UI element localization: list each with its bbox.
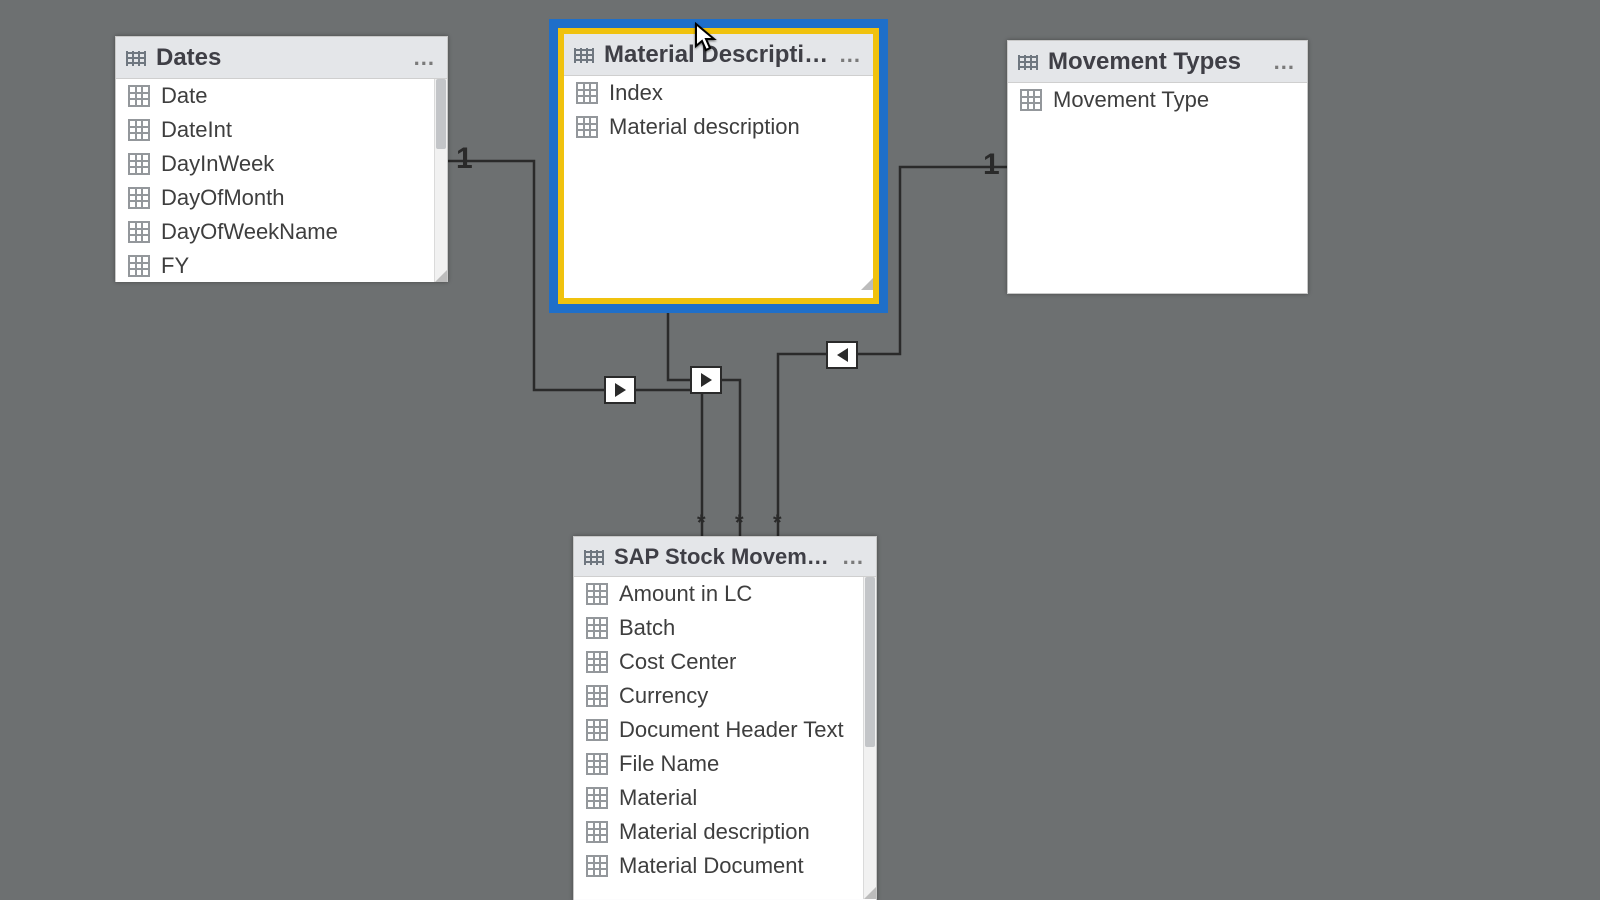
cardinality-many: * [697,510,706,536]
field-row[interactable]: Batch [574,611,876,645]
field-name: Material [619,785,697,811]
column-icon [586,617,608,639]
field-name: Material Document [619,853,804,879]
field-row[interactable]: DayOfWeekName [116,215,447,249]
field-name: Cost Center [619,649,736,675]
table-header[interactable]: Material Description ... [564,34,873,76]
field-name: Material description [619,819,810,845]
field-name: Amount in LC [619,581,752,607]
table-title: Material Description [604,41,830,69]
cardinality-one: 1 [983,148,1000,182]
field-name: Date [161,83,207,109]
column-icon [128,85,150,107]
field-row[interactable]: Material description [564,110,873,144]
more-menu-icon[interactable]: ... [840,50,863,60]
cardinality-one: 1 [456,142,473,176]
table-icon [1018,56,1038,69]
field-row[interactable]: Material description [574,815,876,849]
column-icon [128,255,150,277]
column-icon [586,787,608,809]
table-header[interactable]: Dates ... [116,37,447,79]
table-card-sap-stock-movements[interactable]: SAP Stock Movements ... Amount in LC Bat… [573,536,877,900]
field-row[interactable]: Movement Type [1008,83,1307,117]
more-menu-icon[interactable]: ... [414,53,437,63]
field-row[interactable]: Material [574,781,876,815]
field-row[interactable]: Amount in LC [574,577,876,611]
resize-handle[interactable] [435,270,447,282]
filter-direction-left-icon[interactable] [826,341,858,369]
filter-direction-right-icon[interactable] [690,366,722,394]
table-header[interactable]: Movement Types ... [1008,41,1307,83]
field-row[interactable]: DayInWeek [116,147,447,181]
resize-handle[interactable] [864,887,876,899]
field-name: FY [161,253,189,279]
column-icon [128,119,150,141]
column-icon [586,651,608,673]
scrollbar[interactable] [863,577,876,899]
column-icon [586,753,608,775]
table-title: SAP Stock Movements [614,544,833,570]
field-row[interactable]: Cost Center [574,645,876,679]
field-row[interactable]: Date [116,79,447,113]
column-icon [586,855,608,877]
field-row[interactable]: FY [116,249,447,282]
table-icon [126,52,146,65]
column-icon [586,583,608,605]
field-row[interactable]: Document Header Text [574,713,876,747]
table-title: Dates [156,44,404,72]
field-name: File Name [619,751,719,777]
column-icon [586,685,608,707]
table-card-material-description-selected[interactable]: Material Description ... Index Material … [549,19,888,313]
field-name: DateInt [161,117,232,143]
field-name: DayInWeek [161,151,274,177]
model-diagram-canvas[interactable]: Dates ... Date DateInt DayInWeek DayOfMo… [0,0,1600,900]
field-name: DayOfMonth [161,185,285,211]
table-title: Movement Types [1048,48,1264,76]
field-name: Index [609,80,663,106]
column-icon [128,221,150,243]
column-icon [576,82,598,104]
field-row[interactable]: Material Document [574,849,876,883]
more-menu-icon[interactable]: ... [843,552,866,562]
column-icon [576,116,598,138]
field-row[interactable]: Index [564,76,873,110]
table-icon [584,551,604,564]
resize-handle[interactable] [861,278,873,290]
scrollbar[interactable] [434,79,447,282]
field-name: Document Header Text [619,717,844,743]
field-name: DayOfWeekName [161,219,338,245]
cardinality-many: * [773,510,782,536]
table-card-movement-types[interactable]: Movement Types ... Movement Type [1007,40,1308,294]
field-row[interactable]: File Name [574,747,876,781]
cardinality-many: * [735,510,744,536]
more-menu-icon[interactable]: ... [1274,57,1297,67]
table-card-dates[interactable]: Dates ... Date DateInt DayInWeek DayOfMo… [115,36,448,282]
field-name: Batch [619,615,675,641]
column-icon [586,719,608,741]
column-icon [586,821,608,843]
field-row[interactable]: DayOfMonth [116,181,447,215]
column-icon [1020,89,1042,111]
field-name: Movement Type [1053,87,1209,113]
field-name: Material description [609,114,800,140]
table-header[interactable]: SAP Stock Movements ... [574,537,876,577]
scrollbar-thumb[interactable] [436,79,446,149]
column-icon [128,187,150,209]
field-name: Currency [619,683,708,709]
field-row[interactable]: Currency [574,679,876,713]
field-row[interactable]: DateInt [116,113,447,147]
scrollbar-thumb[interactable] [865,577,875,747]
table-icon [574,49,594,62]
column-icon [128,153,150,175]
filter-direction-right-icon[interactable] [604,376,636,404]
